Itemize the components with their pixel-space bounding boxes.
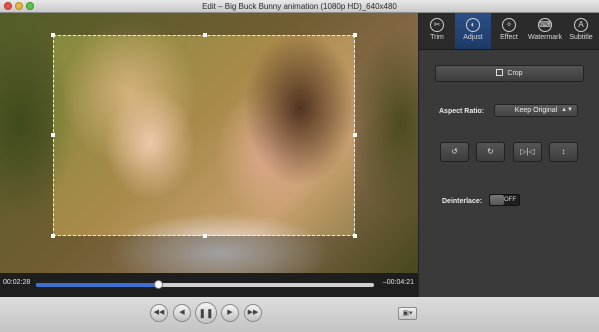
edit-tabs: ✂ Trim ◐ Adjust ✧ Effect ⌨ Watermark A S…	[419, 13, 599, 50]
deinterlace-label: Deinterlace:	[442, 198, 483, 205]
step-forward-icon: ▶	[227, 309, 233, 316]
rotate-left-icon: ↺	[451, 147, 458, 156]
crop-handle-bottom[interactable]	[203, 234, 207, 238]
crop-button[interactable]: Crop	[435, 65, 584, 82]
crop-shade	[0, 13, 418, 35]
seek-bar: 00:02:28 –00:04:21	[0, 273, 418, 297]
flip-horizontal-icon: ▷|◁	[520, 147, 535, 156]
effect-wand-icon: ✧	[502, 18, 516, 32]
crop-handle-bottom-right[interactable]	[353, 234, 357, 238]
title-bar: Edit – Big Buck Bunny animation (1080p H…	[0, 0, 599, 13]
crop-shade	[0, 35, 53, 236]
crop-shade	[0, 236, 418, 273]
pause-icon: ❚❚	[198, 308, 214, 318]
scissors-icon: ✂	[430, 18, 444, 32]
flip-horizontal-button[interactable]: ▷|◁	[513, 142, 542, 162]
crop-button-label: Crop	[507, 70, 523, 77]
flip-vertical-icon: ↕	[561, 147, 566, 156]
tab-adjust[interactable]: ◐ Adjust	[455, 13, 491, 49]
skip-to-end-button[interactable]: ▶▶	[244, 304, 262, 322]
step-forward-button[interactable]: ▶	[221, 304, 239, 322]
tab-label: Effect	[500, 34, 518, 41]
camera-icon: ▣▾	[402, 310, 413, 317]
adjust-icon: ◐	[466, 18, 480, 32]
toggle-knob	[490, 195, 504, 205]
crop-handle-left[interactable]	[51, 133, 55, 137]
tab-subtitle[interactable]: A Subtitle	[563, 13, 599, 49]
tab-watermark[interactable]: ⌨ Watermark	[527, 13, 563, 49]
tab-label: Adjust	[463, 34, 483, 41]
progress-knob[interactable]	[153, 280, 163, 289]
tab-trim[interactable]: ✂ Trim	[419, 13, 455, 49]
deinterlace-toggle[interactable]: OFF	[489, 194, 520, 206]
tab-label: Subtitle	[569, 34, 593, 41]
crop-icon	[496, 69, 504, 76]
aspect-ratio-select[interactable]: Keep Original ▲▼	[494, 104, 578, 117]
rotate-left-button[interactable]: ↺	[440, 142, 469, 162]
rotate-right-icon: ↻	[487, 147, 494, 156]
toggle-state: OFF	[504, 197, 516, 203]
crop-handle-top[interactable]	[203, 33, 207, 37]
skip-forward-icon: ▶▶	[247, 309, 259, 316]
progress-track[interactable]	[36, 280, 374, 289]
tab-effect[interactable]: ✧ Effect	[491, 13, 527, 49]
crop-shade	[355, 35, 418, 236]
remaining-time: –00:04:21	[382, 279, 414, 286]
skip-to-start-button[interactable]: ◀◀	[150, 304, 168, 322]
tab-label: Trim	[430, 34, 444, 41]
skip-back-icon: ◀◀	[153, 309, 165, 316]
subtitle-icon: A	[574, 18, 588, 32]
video-preview[interactable]	[0, 13, 418, 273]
crop-rectangle[interactable]	[51, 33, 357, 238]
pause-button[interactable]: ❚❚	[195, 302, 217, 324]
window-title: Edit – Big Buck Bunny animation (1080p H…	[202, 2, 397, 11]
player-controls: ◀◀ ◀ ❚❚ ▶ ▶▶ ▣▾	[0, 297, 599, 332]
crop-handle-bottom-left[interactable]	[51, 234, 55, 238]
elapsed-time: 00:02:28	[3, 279, 31, 286]
crop-handle-right[interactable]	[353, 133, 357, 137]
progress-fill	[36, 283, 158, 287]
step-back-icon: ◀	[179, 309, 185, 316]
rotate-right-button[interactable]: ↻	[476, 142, 505, 162]
aspect-ratio-label: Aspect Ratio:	[439, 108, 485, 115]
crop-handle-top-left[interactable]	[51, 33, 55, 37]
snapshot-button[interactable]: ▣▾	[398, 307, 417, 320]
flip-vertical-button[interactable]: ↕	[549, 142, 578, 162]
watermark-icon: ⌨	[538, 18, 552, 32]
edit-panel: ✂ Trim ◐ Adjust ✧ Effect ⌨ Watermark A S…	[418, 13, 599, 297]
select-arrows-icon: ▲▼	[561, 107, 573, 113]
tab-label: Watermark	[528, 34, 562, 41]
step-back-button[interactable]: ◀	[173, 304, 191, 322]
crop-handle-top-right[interactable]	[353, 33, 357, 37]
aspect-ratio-value: Keep Original	[514, 107, 558, 114]
